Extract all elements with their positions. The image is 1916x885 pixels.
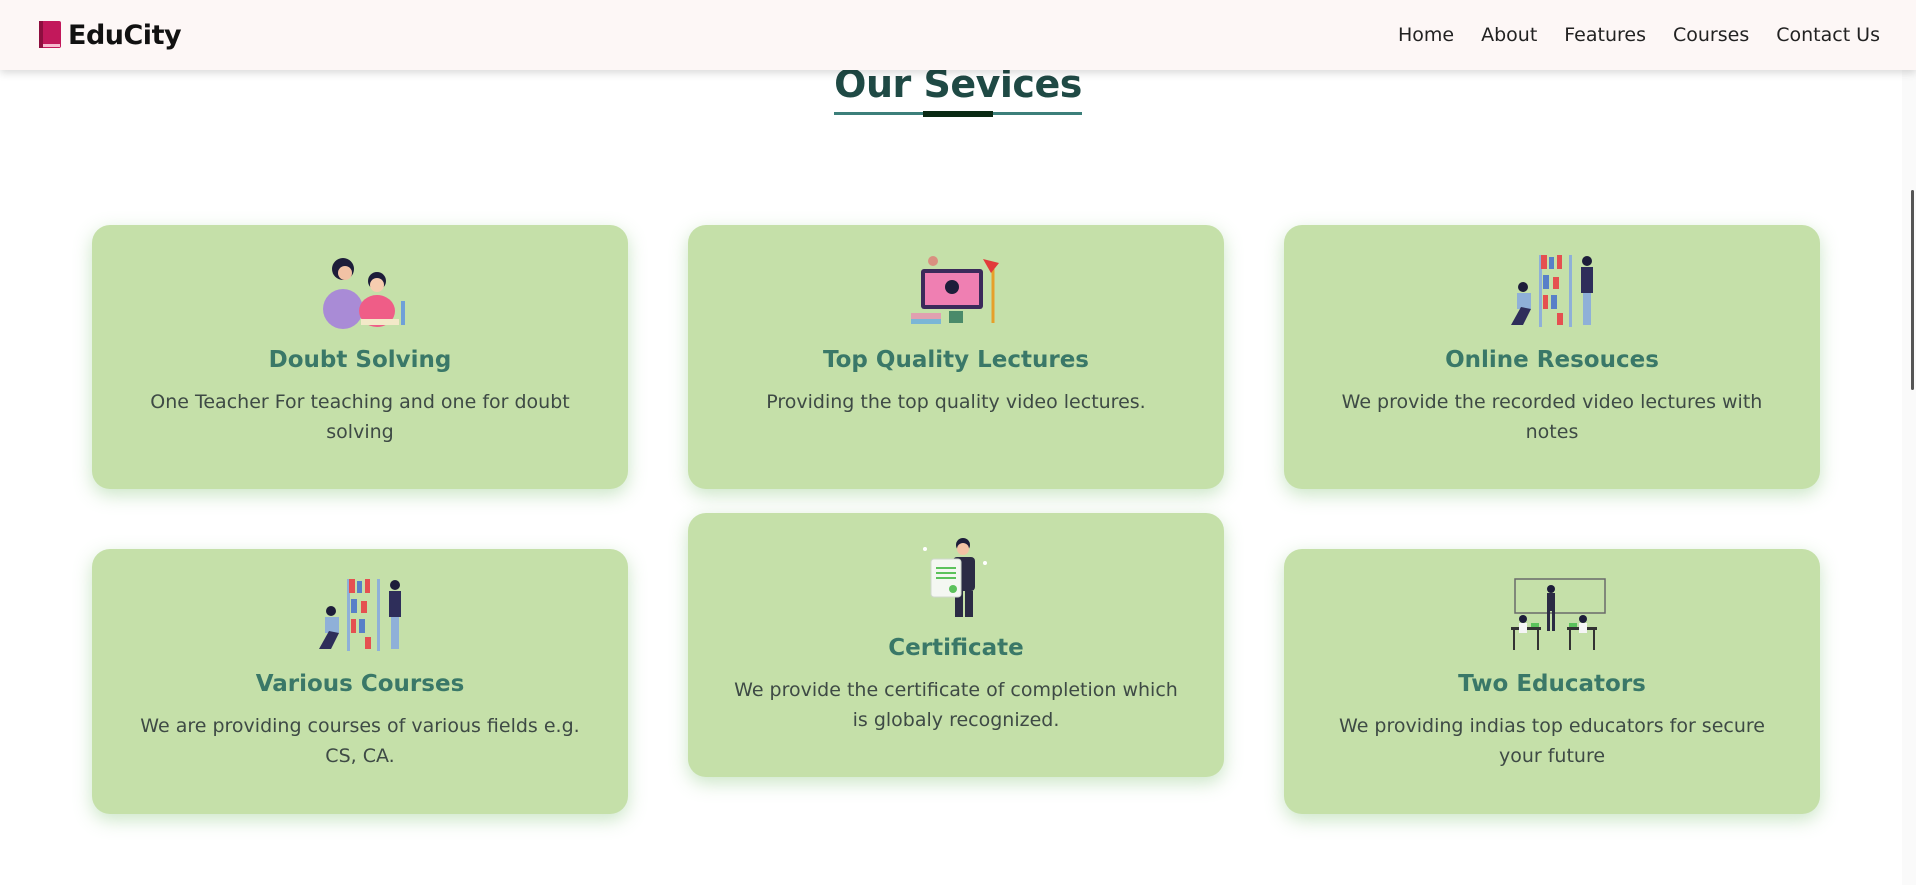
book-icon bbox=[39, 21, 61, 48]
nav-link-features[interactable]: Features bbox=[1564, 24, 1646, 46]
video-lecture-illustration bbox=[911, 256, 999, 324]
navbar: EduCity Home About Features Courses Cont… bbox=[0, 0, 1916, 70]
service-description: We are providing courses of various fiel… bbox=[140, 715, 580, 767]
scrollbar-thumb[interactable] bbox=[1911, 190, 1914, 390]
nav-link-courses[interactable]: Courses bbox=[1673, 24, 1749, 46]
service-card-certificate: Certificate We provide the certificate o… bbox=[688, 513, 1224, 777]
service-title: Top Quality Lectures bbox=[822, 347, 1089, 373]
nav-link-about[interactable]: About bbox=[1481, 24, 1537, 46]
service-title: Two Educators bbox=[1458, 671, 1646, 697]
service-title: Online Resouces bbox=[1445, 347, 1659, 373]
classroom-illustration bbox=[1511, 578, 1606, 650]
service-card-two-educators: Two Educators We providing indias top ed… bbox=[1284, 549, 1820, 814]
service-card-doubt-solving: Doubt Solving One Teacher For teaching a… bbox=[92, 225, 628, 489]
service-title: Certificate bbox=[888, 635, 1024, 661]
service-title: Doubt Solving bbox=[268, 347, 452, 373]
service-card-online-resources: Online Resouces We provide the recorded … bbox=[1284, 225, 1820, 489]
nav-link-home[interactable]: Home bbox=[1398, 24, 1454, 46]
service-title: Various Courses bbox=[255, 671, 465, 697]
service-description: We provide the certificate of completion… bbox=[734, 679, 1178, 731]
service-card-various-courses: Various Courses We are providing courses… bbox=[92, 549, 628, 814]
nav-link-contact[interactable]: Contact Us bbox=[1776, 24, 1880, 46]
service-description: We providing indias top educators for se… bbox=[1339, 715, 1765, 767]
service-description: One Teacher For teaching and one for dou… bbox=[150, 391, 570, 443]
brand-logo[interactable]: EduCity bbox=[38, 19, 182, 51]
service-description: Providing the top quality video lectures… bbox=[766, 391, 1146, 413]
certificate-illustration bbox=[923, 538, 987, 617]
title-underline-accent bbox=[923, 111, 993, 117]
nav-links: Home About Features Courses Contact Us bbox=[1398, 24, 1880, 46]
brand-name: EduCity bbox=[68, 19, 182, 51]
bookshelf-reading-illustration bbox=[1511, 255, 1593, 327]
bookshelf-courses-illustration bbox=[319, 579, 401, 651]
page-scrollbar[interactable] bbox=[1902, 70, 1916, 885]
teacher-student-illustration bbox=[323, 258, 405, 329]
service-description: We provide the recorded video lectures w… bbox=[1341, 391, 1763, 443]
service-card-top-quality-lectures: Top Quality Lectures Providing the top q… bbox=[688, 225, 1224, 489]
